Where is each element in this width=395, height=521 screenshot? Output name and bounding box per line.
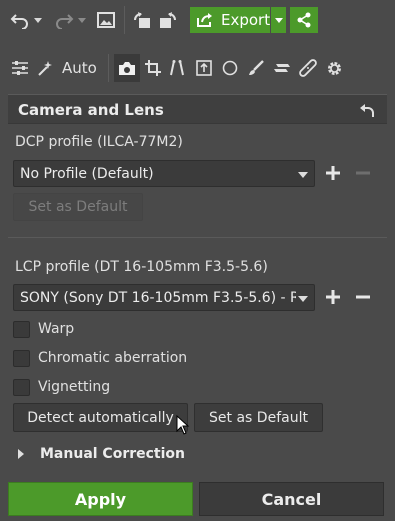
undo-button[interactable] — [8, 8, 44, 32]
gradient-tool[interactable] — [270, 56, 294, 80]
chromatic-aberration-label: Chromatic aberration — [38, 350, 188, 366]
panel-header: Camera and Lens — [8, 94, 387, 124]
straighten-icon — [196, 60, 212, 76]
export-label: Export — [221, 11, 271, 29]
healing-tool[interactable] — [296, 56, 320, 80]
chromatic-aberration-checkbox-row[interactable]: Chromatic aberration — [13, 348, 263, 368]
export-button[interactable]: Export — [190, 7, 270, 33]
export-dropdown-button[interactable] — [271, 7, 286, 33]
warp-label: Warp — [38, 321, 75, 337]
dcp-profile-select[interactable]: No Profile (Default) — [13, 160, 315, 187]
adjustments-tool[interactable] — [8, 56, 32, 80]
dcp-set-default-button[interactable]: Set as Default — [13, 193, 143, 221]
share-icon — [296, 12, 312, 28]
manual-correction-label: Manual Correction — [40, 446, 186, 462]
lcp-profile-label: LCP profile (DT 16-105mm F3.5-5.6) — [15, 259, 268, 275]
tools-divider — [108, 54, 109, 82]
camera-icon — [118, 61, 136, 76]
rotate-right-icon — [158, 11, 178, 29]
gradient-icon — [273, 61, 291, 75]
undo-icon — [10, 11, 30, 29]
remove-lcp-profile-button[interactable] — [352, 286, 374, 308]
share-button[interactable] — [290, 7, 318, 33]
undo-dropdown-caret[interactable] — [34, 17, 42, 23]
image-view-button[interactable] — [94, 8, 118, 32]
redo-icon — [54, 11, 74, 29]
lcp-profile-value: SONY (Sony DT 16-105mm F3.5-5.6) - RAW — [20, 289, 296, 306]
top-toolbar: Export — [0, 0, 395, 42]
perspective-icon — [169, 60, 185, 76]
crop-icon — [145, 60, 161, 76]
add-dcp-profile-button[interactable] — [322, 162, 344, 184]
plus-icon — [325, 165, 341, 181]
vignetting-checkbox[interactable] — [13, 378, 30, 396]
circle-tool[interactable] — [218, 56, 242, 80]
chevron-right-icon — [18, 449, 24, 459]
panel-title: Camera and Lens — [18, 101, 164, 119]
lcp-set-default-button[interactable]: Set as Default — [194, 403, 323, 432]
image-icon — [97, 12, 115, 28]
reset-arrow-icon — [359, 103, 375, 117]
chromatic-aberration-checkbox[interactable] — [13, 349, 30, 367]
straighten-tool[interactable] — [192, 56, 216, 80]
sliders-icon — [11, 60, 29, 76]
vignetting-checkbox-row[interactable]: Vignetting — [13, 377, 213, 397]
minus-icon — [355, 289, 371, 305]
dcp-profile-label: DCP profile (ILCA-77M2) — [15, 134, 183, 150]
bandage-icon — [299, 59, 317, 77]
manual-correction-toggle[interactable]: Manual Correction — [18, 444, 218, 464]
rotate-left-button[interactable] — [130, 8, 154, 32]
add-lcp-profile-button[interactable] — [322, 286, 344, 308]
apply-button[interactable]: Apply — [8, 482, 193, 516]
magic-wand-icon — [36, 59, 54, 77]
warp-checkbox[interactable] — [13, 320, 30, 338]
cancel-button[interactable]: Cancel — [199, 482, 384, 516]
mouse-cursor-icon — [176, 415, 190, 435]
chevron-down-icon — [298, 296, 308, 302]
brush-tool[interactable] — [244, 56, 268, 80]
tools-row: Auto — [0, 48, 395, 88]
settings-tool[interactable] — [322, 56, 346, 80]
chevron-down-icon — [298, 172, 308, 178]
toolbar-divider — [124, 6, 125, 34]
redo-dropdown-caret[interactable] — [78, 17, 86, 23]
export-icon — [196, 12, 214, 28]
dcp-profile-value: No Profile (Default) — [20, 165, 154, 182]
gear-icon — [326, 60, 343, 77]
rotate-right-button[interactable] — [156, 8, 180, 32]
remove-dcp-profile-button[interactable] — [352, 162, 374, 184]
warp-checkbox-row[interactable]: Warp — [13, 319, 213, 339]
rotate-left-icon — [132, 11, 152, 29]
camera-tool[interactable] — [114, 54, 140, 82]
auto-button[interactable]: Auto — [36, 56, 100, 80]
section-divider — [8, 237, 387, 238]
crop-tool[interactable] — [142, 56, 164, 80]
detect-automatically-button[interactable]: Detect automatically — [13, 403, 188, 432]
auto-label: Auto — [62, 59, 97, 77]
lcp-profile-select[interactable]: SONY (Sony DT 16-105mm F3.5-5.6) - RAW — [13, 284, 315, 311]
perspective-tool[interactable] — [166, 56, 188, 80]
vignetting-label: Vignetting — [38, 379, 111, 395]
brush-icon — [248, 60, 264, 76]
chevron-down-icon — [274, 17, 283, 23]
plus-icon — [325, 289, 341, 305]
minus-icon — [355, 165, 371, 181]
redo-button[interactable] — [52, 8, 88, 32]
reset-button[interactable] — [357, 100, 377, 120]
circle-icon — [222, 60, 238, 76]
